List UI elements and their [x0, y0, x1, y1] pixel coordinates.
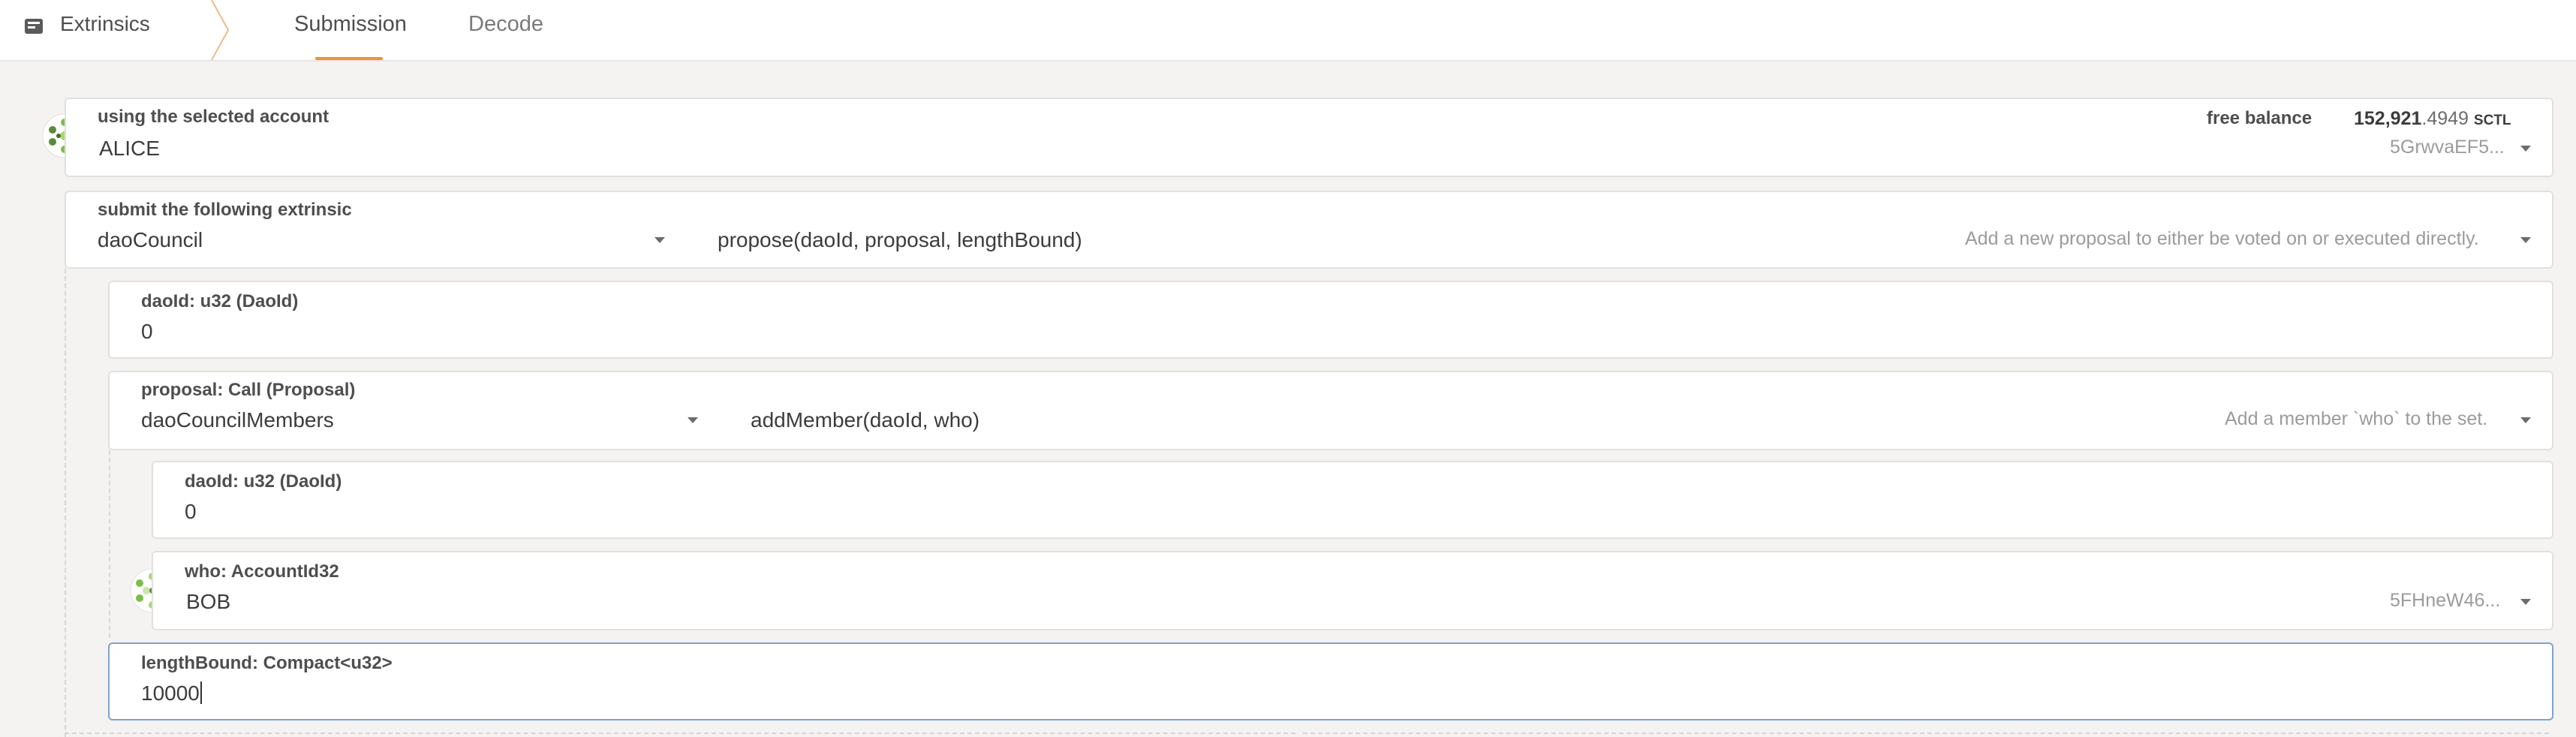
param-who[interactable]: who: AccountId32 BOB 5FHneW46...: [152, 551, 2553, 630]
param-label: proposal: Call (Proposal): [141, 380, 356, 400]
top-navigation-bar: Extrinsics Submission Decode: [0, 0, 2576, 62]
chevron-down-icon[interactable]: [655, 237, 665, 243]
nesting-guide-line: [109, 450, 110, 638]
param-length-bound[interactable]: lengthBound: Compact<u32> 10000: [108, 642, 2553, 720]
account-address: 5GrwvaEF5...: [2390, 137, 2505, 158]
param-dao-id[interactable]: daoId: u32 (DaoId) 0: [108, 281, 2553, 359]
free-balance-value: 152,921.4949 SCTL: [2354, 108, 2511, 129]
tab-decode[interactable]: Decode: [468, 12, 543, 37]
account-name: ALICE: [99, 137, 160, 160]
section-extrinsics[interactable]: Extrinsics: [0, 0, 225, 60]
extrinsic-label: submit the following extrinsic: [98, 200, 352, 220]
who-account-name: BOB: [186, 590, 231, 613]
param-label: who: AccountId32: [185, 561, 339, 582]
chevron-down-icon[interactable]: [2520, 417, 2531, 423]
chevron-down-icon[interactable]: [2520, 146, 2531, 152]
module-dropdown[interactable]: daoCouncil: [98, 228, 203, 252]
nesting-guide-line: [65, 269, 66, 737]
inner-dao-id-input[interactable]: 0: [185, 500, 197, 524]
who-account-address: 5FHneW46...: [2390, 590, 2501, 611]
chevron-down-icon[interactable]: [2520, 237, 2531, 243]
section-label: Extrinsics: [60, 12, 150, 35]
proposal-method-description: Add a member `who` to the set.: [2225, 408, 2488, 429]
length-bound-input[interactable]: 10000: [141, 681, 202, 705]
active-tab-indicator: [315, 57, 383, 60]
extrinsics-icon: [25, 19, 43, 34]
param-inner-dao-id[interactable]: daoId: u32 (DaoId) 0: [152, 461, 2553, 539]
method-description: Add a new proposal to either be voted on…: [1965, 228, 2479, 249]
proposal-module-dropdown[interactable]: daoCouncilMembers: [141, 408, 334, 432]
param-label: lengthBound: Compact<u32>: [141, 653, 393, 673]
param-label: daoId: u32 (DaoId): [141, 291, 299, 311]
nesting-guide-line: [1303, 732, 2549, 734]
param-label: daoId: u32 (DaoId): [185, 471, 342, 492]
param-proposal: proposal: Call (Proposal) daoCouncilMemb…: [108, 371, 2553, 450]
dao-id-input[interactable]: 0: [141, 320, 153, 344]
free-balance-label: free balance: [2207, 108, 2313, 128]
extrinsic-selector: submit the following extrinsic daoCounci…: [65, 191, 2553, 269]
tab-submission[interactable]: Submission: [294, 12, 407, 37]
proposal-method-dropdown[interactable]: addMember(daoId, who): [751, 408, 980, 432]
breadcrumb-chevron-icon: [211, 0, 230, 60]
account-label: using the selected account: [98, 107, 330, 127]
chevron-down-icon[interactable]: [688, 417, 698, 423]
account-selector[interactable]: using the selected account ALICE free ba…: [65, 98, 2553, 177]
method-dropdown[interactable]: propose(daoId, proposal, lengthBound): [718, 228, 1082, 252]
nesting-guide-line: [65, 732, 1296, 734]
chevron-down-icon[interactable]: [2520, 599, 2531, 605]
